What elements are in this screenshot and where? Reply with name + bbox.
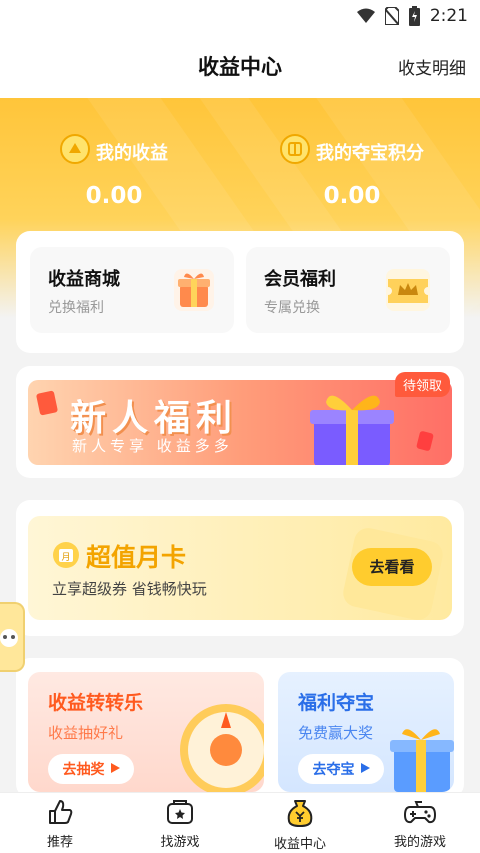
gift-box-icon <box>170 265 218 319</box>
play-arrow-icon <box>360 761 370 777</box>
points-coin-icon <box>280 134 316 169</box>
gift-box-icon <box>390 729 454 792</box>
pending-claim-badge: 待领取 <box>394 372 450 397</box>
money-bag-icon <box>285 799 315 831</box>
tab-recommend-label: 推荐 <box>46 835 73 850</box>
treasure-hunt-button[interactable]: 去夺宝 <box>298 754 384 784</box>
treasure-points-stat[interactable]: 我的夺宝积分 0.00 <box>280 134 424 209</box>
monthly-card-section: 月 超值月卡 立享超级券 省钱畅快玩 去看看 <box>16 500 464 636</box>
treasure-hunt-title: 福利夺宝 <box>298 692 375 714</box>
earnings-mall-tile[interactable]: 收益商城 兑换福利 <box>30 247 234 333</box>
play-arrow-icon <box>110 761 120 777</box>
game-store-icon <box>165 799 195 829</box>
tab-recommend[interactable]: 推荐 <box>0 793 120 853</box>
my-earnings-value: 0.00 <box>85 183 143 209</box>
treasure-hunt-tile[interactable]: 福利夺宝 免费赢大奖 去夺宝 <box>278 672 454 792</box>
treasure-points-value: 0.00 <box>323 183 381 209</box>
coin-icon <box>60 134 96 169</box>
battery-icon <box>408 6 420 26</box>
income-detail-link[interactable]: 收支明细 <box>398 54 466 79</box>
no-sim-icon <box>384 7 399 25</box>
lucky-wheel-title: 收益转转乐 <box>48 692 144 714</box>
treasure-hunt-button-label: 去夺宝 <box>312 762 355 778</box>
status-bar: 2:21 <box>0 0 480 32</box>
member-benefits-subtitle: 专属兑换 <box>264 300 320 316</box>
floating-assistant-button[interactable] <box>0 602 25 672</box>
bottom-tab-bar: 推荐 找游戏 收益中心 我的游戏 <box>0 792 480 853</box>
crown-ticket-icon <box>382 265 434 319</box>
monthly-card-subtitle: 立享超级券 省钱畅快玩 <box>52 580 207 598</box>
my-earnings-label: 我的收益 <box>96 142 168 164</box>
newbie-benefit-banner[interactable]: 新人福利 新人专享 收益多多 <box>28 380 452 465</box>
lucky-wheel-tile[interactable]: 收益转转乐 收益抽好礼 去抽奖 <box>28 672 264 792</box>
tab-find-games[interactable]: 找游戏 <box>120 793 240 853</box>
draw-button[interactable]: 去抽奖 <box>48 754 134 784</box>
shortcut-card: 收益商城 兑换福利 会员福利 专属兑换 <box>16 231 464 353</box>
gift-box-icon <box>310 395 394 465</box>
thumbs-up-icon <box>46 799 74 829</box>
clock: 2:21 <box>429 6 468 26</box>
promo-card: 收益转转乐 收益抽好礼 去抽奖 福利夺宝 免费赢大奖 去夺宝 <box>16 658 464 798</box>
tab-earnings-center[interactable]: 收益中心 <box>240 793 360 853</box>
red-envelope-icon <box>416 431 434 451</box>
tab-earnings-center-label: 收益中心 <box>273 837 326 852</box>
monthly-card-title: 超值月卡 <box>86 543 187 572</box>
earnings-mall-subtitle: 兑换福利 <box>48 300 104 316</box>
mascot-icon <box>0 629 18 647</box>
newbie-card: 新人福利 新人专享 收益多多 待领取 <box>16 366 464 478</box>
tab-my-games-label: 我的游戏 <box>393 835 446 850</box>
tab-my-games[interactable]: 我的游戏 <box>360 793 480 853</box>
red-envelope-icon <box>36 390 58 416</box>
tab-find-games-label: 找游戏 <box>160 835 200 850</box>
monthly-card-banner[interactable]: 月 超值月卡 立享超级券 省钱畅快玩 去看看 <box>28 516 452 620</box>
draw-button-label: 去抽奖 <box>62 762 105 778</box>
treasure-points-label: 我的夺宝积分 <box>316 142 424 164</box>
member-benefits-title: 会员福利 <box>264 269 336 290</box>
newbie-banner-title: 新人福利 <box>70 398 239 439</box>
newbie-banner-subtitle: 新人专享 收益多多 <box>72 437 233 455</box>
member-benefits-tile[interactable]: 会员福利 专属兑换 <box>246 247 450 333</box>
my-earnings-stat[interactable]: 我的收益 0.00 <box>60 134 168 209</box>
lucky-wheel-subtitle: 收益抽好礼 <box>48 724 124 742</box>
svg-text:月: 月 <box>61 552 70 563</box>
wifi-icon <box>356 8 375 24</box>
earnings-mall-title: 收益商城 <box>48 269 120 290</box>
treasure-hunt-subtitle: 免费赢大奖 <box>298 724 374 742</box>
prize-wheel-icon <box>180 704 264 792</box>
calendar-month-icon: 月 <box>52 541 80 573</box>
app-header: 收益中心 收支明细 <box>0 32 480 98</box>
gamepad-icon <box>404 799 436 829</box>
view-monthly-card-button[interactable]: 去看看 <box>352 548 432 586</box>
